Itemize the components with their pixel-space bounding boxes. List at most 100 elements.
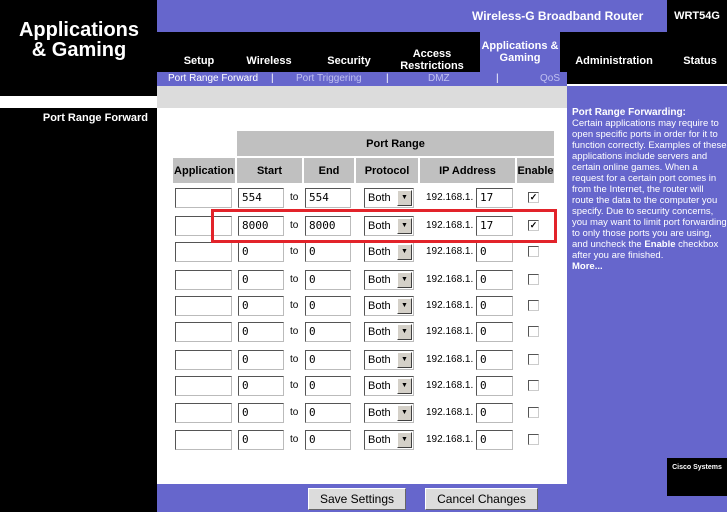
ip-suffix-input[interactable]: 0 xyxy=(476,322,513,342)
end-port-input[interactable]: 0 xyxy=(305,270,351,290)
subnav-port-range-forward[interactable]: Port Range Forward xyxy=(168,73,258,84)
to-label: to xyxy=(290,380,299,391)
section-title: Applications & Gaming xyxy=(18,19,139,61)
application-input[interactable] xyxy=(175,322,232,342)
enable-checkbox[interactable] xyxy=(528,274,539,285)
save-settings-button[interactable]: Save Settings xyxy=(308,488,406,510)
start-port-input[interactable]: 0 xyxy=(238,376,284,396)
enable-checkbox[interactable] xyxy=(528,434,539,445)
model-label: WRT54G xyxy=(667,0,727,32)
application-input[interactable] xyxy=(175,242,232,262)
end-port-input[interactable]: 0 xyxy=(305,430,351,450)
subnav-separator: | xyxy=(271,73,274,84)
enable-checkbox[interactable] xyxy=(528,354,539,365)
application-input[interactable] xyxy=(175,430,232,450)
application-input[interactable] xyxy=(175,296,232,316)
end-port-input[interactable]: 0 xyxy=(305,403,351,423)
enable-checkbox[interactable] xyxy=(528,326,539,337)
tab-access-restrictions[interactable]: Access Restrictions xyxy=(392,48,472,72)
protocol-select[interactable]: Both ▼ xyxy=(364,296,414,316)
dropdown-arrow-icon[interactable]: ▼ xyxy=(397,244,412,260)
dropdown-arrow-icon[interactable]: ▼ xyxy=(397,405,412,421)
dropdown-arrow-icon[interactable]: ▼ xyxy=(397,378,412,394)
help-text: Port Range Forwarding: Certain applicati… xyxy=(572,107,727,467)
ip-suffix-input[interactable]: 0 xyxy=(476,296,513,316)
protocol-select[interactable]: Both ▼ xyxy=(364,350,414,370)
end-port-input[interactable]: 0 xyxy=(305,322,351,342)
end-port-input[interactable]: 0 xyxy=(305,242,351,262)
dropdown-arrow-icon[interactable]: ▼ xyxy=(397,272,412,288)
to-label: to xyxy=(290,434,299,445)
ip-prefix: 192.168.1. xyxy=(426,354,474,365)
ip-prefix: 192.168.1. xyxy=(426,246,474,257)
application-input[interactable] xyxy=(175,403,232,423)
tab-status[interactable]: Status xyxy=(678,55,722,67)
protocol-select[interactable]: Both ▼ xyxy=(364,376,414,396)
dropdown-arrow-icon[interactable]: ▼ xyxy=(397,298,412,314)
protocol-select[interactable]: Both ▼ xyxy=(364,430,414,450)
enable-checkbox[interactable]: ✓ xyxy=(528,192,539,203)
col-ip-address: IP Address xyxy=(420,158,515,183)
application-input[interactable] xyxy=(175,376,232,396)
start-port-input[interactable]: 554 xyxy=(238,188,284,208)
start-port-input[interactable]: 0 xyxy=(238,430,284,450)
subnav-separator: | xyxy=(496,73,499,84)
enable-checkbox[interactable] xyxy=(528,300,539,311)
subnav-port-triggering[interactable]: Port Triggering xyxy=(296,73,362,84)
ip-prefix: 192.168.1. xyxy=(426,300,474,311)
ip-suffix-input[interactable]: 0 xyxy=(476,270,513,290)
protocol-select[interactable]: Both ▼ xyxy=(364,403,414,423)
col-enable: Enable xyxy=(517,158,554,183)
ip-suffix-input[interactable]: 0 xyxy=(476,403,513,423)
protocol-value: Both xyxy=(368,192,391,204)
protocol-select[interactable]: Both ▼ xyxy=(364,322,414,342)
tab-setup[interactable]: Setup xyxy=(175,55,223,67)
ip-suffix-input[interactable]: 17 xyxy=(476,188,513,208)
help-more-link[interactable]: More... xyxy=(572,261,727,272)
protocol-select[interactable]: Both ▼ xyxy=(364,242,414,262)
enable-checkbox[interactable] xyxy=(528,407,539,418)
start-port-input[interactable]: 0 xyxy=(238,322,284,342)
start-port-input[interactable]: 0 xyxy=(238,296,284,316)
dropdown-arrow-icon[interactable]: ▼ xyxy=(397,352,412,368)
end-port-input[interactable]: 0 xyxy=(305,350,351,370)
ip-prefix: 192.168.1. xyxy=(426,380,474,391)
tab-applications-gaming[interactable]: Applications & Gaming xyxy=(480,32,560,72)
dropdown-arrow-icon[interactable]: ▼ xyxy=(397,432,412,448)
enable-checkbox[interactable] xyxy=(528,246,539,257)
ip-prefix: 192.168.1. xyxy=(426,407,474,418)
to-label: to xyxy=(290,192,299,203)
end-port-input[interactable]: 0 xyxy=(305,376,351,396)
cisco-logo: Cisco Systems xyxy=(667,458,727,496)
start-port-input[interactable]: 0 xyxy=(238,242,284,262)
start-port-input[interactable]: 0 xyxy=(238,270,284,290)
end-port-input[interactable]: 554 xyxy=(305,188,351,208)
tab-security[interactable]: Security xyxy=(321,55,377,67)
enable-checkbox[interactable] xyxy=(528,380,539,391)
start-port-input[interactable]: 0 xyxy=(238,350,284,370)
protocol-select[interactable]: Both ▼ xyxy=(364,188,414,208)
col-start: Start xyxy=(237,158,302,183)
protocol-value: Both xyxy=(368,434,391,446)
ip-suffix-input[interactable]: 0 xyxy=(476,242,513,262)
ip-suffix-input[interactable]: 0 xyxy=(476,350,513,370)
dropdown-arrow-icon[interactable]: ▼ xyxy=(397,190,412,206)
application-input[interactable] xyxy=(175,188,232,208)
ip-suffix-input[interactable]: 0 xyxy=(476,376,513,396)
dropdown-arrow-icon[interactable]: ▼ xyxy=(397,324,412,340)
start-port-input[interactable]: 0 xyxy=(238,403,284,423)
tab-wireless[interactable]: Wireless xyxy=(241,55,297,67)
content-title-bar xyxy=(157,96,567,108)
ip-suffix-input[interactable]: 0 xyxy=(476,430,513,450)
end-port-input[interactable]: 0 xyxy=(305,296,351,316)
cancel-changes-button[interactable]: Cancel Changes xyxy=(425,488,538,510)
subnav-dmz[interactable]: DMZ xyxy=(428,73,450,84)
to-label: to xyxy=(290,300,299,311)
application-input[interactable] xyxy=(175,350,232,370)
application-input[interactable] xyxy=(175,270,232,290)
subnav-qos[interactable]: QoS xyxy=(540,73,560,84)
divider xyxy=(157,86,567,96)
protocol-value: Both xyxy=(368,274,391,286)
tab-administration[interactable]: Administration xyxy=(572,55,656,67)
protocol-select[interactable]: Both ▼ xyxy=(364,270,414,290)
